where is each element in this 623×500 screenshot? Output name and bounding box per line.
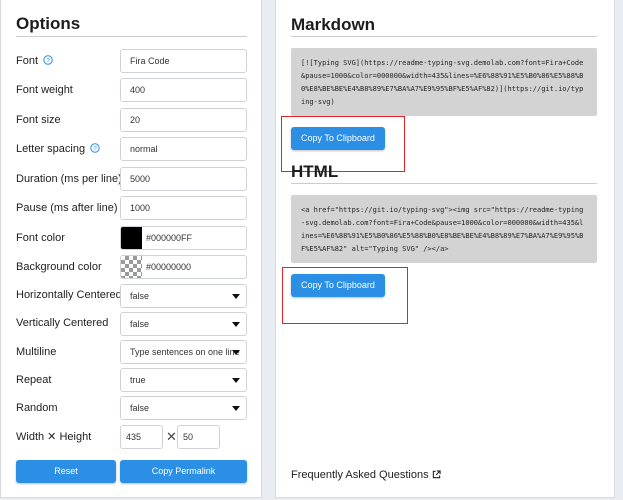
markdown-code-block: [![Typing SVG](https://readme-typing-svg… — [291, 48, 597, 116]
vertically-centered-value: false — [130, 319, 150, 329]
external-link-icon — [432, 469, 441, 478]
random-label: Random — [16, 402, 58, 414]
background-color-label: Background color — [16, 261, 102, 273]
letter-spacing-label: Letter spacing? — [16, 138, 100, 160]
vertically-centered-select[interactable]: false — [120, 312, 247, 336]
repeat-select[interactable]: true — [120, 368, 247, 392]
background-color-value[interactable]: #00000000 — [146, 256, 191, 278]
html-code-block: <a href="https://git.io/typing-svg"><img… — [291, 195, 597, 263]
background-color-picker[interactable]: #00000000 — [120, 255, 247, 279]
highlight-box — [282, 267, 408, 324]
svg-text:?: ? — [46, 57, 50, 64]
font-color-value[interactable]: #000000FF — [146, 227, 192, 249]
letter-spacing-input[interactable]: normal — [120, 137, 247, 161]
markdown-title: Markdown — [291, 15, 376, 34]
width-input[interactable]: 435 — [120, 425, 163, 449]
background-color-swatch[interactable] — [121, 256, 142, 278]
duration-input[interactable]: 5000 — [120, 167, 247, 191]
height-input[interactable]: 50 — [177, 425, 220, 449]
font-color-swatch[interactable] — [121, 227, 142, 249]
chevron-down-icon — [232, 406, 240, 411]
font-size-label: Font size — [16, 114, 61, 126]
font-size-input[interactable]: 20 — [120, 108, 247, 132]
font-weight-input[interactable]: 400 — [120, 78, 247, 102]
horizontally-centered-label: Horizontally Centered — [16, 289, 122, 301]
multiline-label: Multiline — [16, 346, 57, 358]
font-label-text: Font — [16, 55, 39, 67]
horizontally-centered-value: false — [130, 291, 150, 301]
font-color-label: Font color — [16, 232, 65, 244]
vertically-centered-label: Vertically Centered — [16, 317, 109, 329]
random-value: false — [130, 403, 150, 413]
html-title-divider — [291, 183, 597, 184]
times-icon: ✕ — [166, 429, 177, 444]
chevron-down-icon — [232, 350, 240, 355]
html-title: HTML — [291, 162, 339, 181]
repeat-label: Repeat — [16, 374, 52, 386]
help-icon[interactable]: ? — [90, 143, 100, 153]
multiline-value: Type sentences on one line — [130, 347, 240, 357]
pause-input[interactable]: 1000 — [120, 196, 247, 220]
copy-permalink-button[interactable]: Copy Permalink — [120, 460, 247, 483]
reset-button[interactable]: Reset — [16, 460, 116, 483]
font-input[interactable]: Fira Code — [120, 49, 247, 73]
random-select[interactable]: false — [120, 396, 247, 420]
faq-link-text[interactable]: Frequently Asked Questions — [291, 469, 429, 481]
horizontally-centered-select[interactable]: false — [120, 284, 247, 308]
font-label: Font? — [16, 50, 53, 72]
duration-label: Duration (ms per line) — [16, 173, 122, 185]
chevron-down-icon — [232, 322, 240, 327]
help-icon[interactable]: ? — [43, 55, 53, 65]
chevron-down-icon — [232, 378, 240, 383]
options-title: Options — [16, 14, 81, 33]
pause-label: Pause (ms after line) — [16, 202, 118, 214]
multiline-select[interactable]: Type sentences on one line — [120, 340, 247, 364]
letter-spacing-label-text: Letter spacing — [16, 143, 86, 155]
options-title-divider — [16, 36, 247, 37]
chevron-down-icon — [232, 294, 240, 299]
font-color-picker[interactable]: #000000FF — [120, 226, 247, 250]
markdown-title-divider — [291, 36, 597, 37]
size-label: Width ✕ Height — [16, 431, 92, 443]
faq-link[interactable]: Frequently Asked Questions — [291, 469, 441, 481]
svg-text:?: ? — [93, 145, 97, 152]
repeat-value: true — [130, 375, 146, 385]
font-weight-label: Font weight — [16, 84, 73, 96]
